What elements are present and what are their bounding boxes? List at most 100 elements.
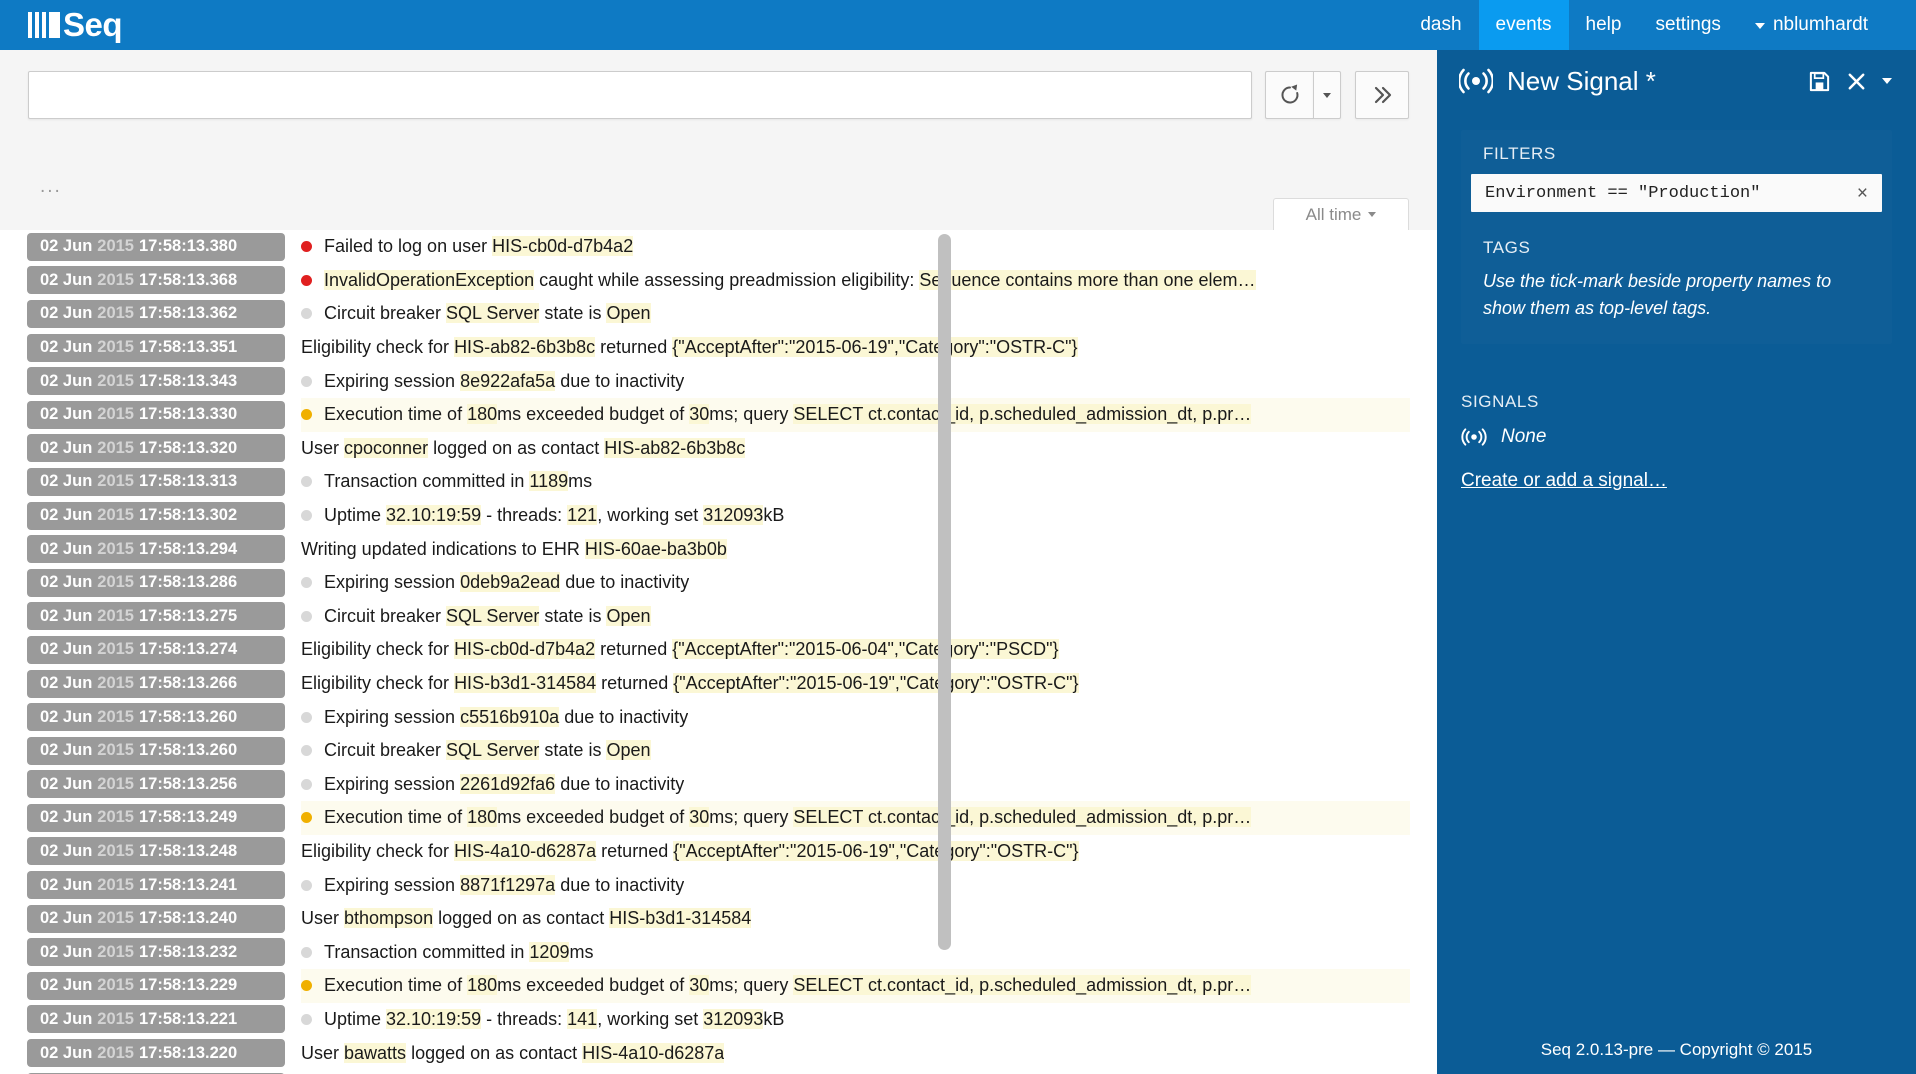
refresh-options-button[interactable] bbox=[1313, 71, 1342, 119]
event-message-cell[interactable]: Failed to log on user HIS-cb0d-d7b4a2 bbox=[301, 230, 1410, 264]
filter-remove-icon[interactable]: × bbox=[1853, 184, 1872, 203]
event-timestamp[interactable]: 02 Jun 2015 17:58:13.249 bbox=[27, 803, 285, 832]
query-summary-ellipsis[interactable]: ... bbox=[40, 176, 62, 198]
event-row[interactable]: 02 Jun 2015 17:58:13.294 Writing updated in… bbox=[0, 532, 1410, 566]
expand-button[interactable] bbox=[1355, 71, 1409, 119]
event-timestamp[interactable]: 02 Jun 2015 17:58:13.380 bbox=[27, 232, 285, 261]
event-timestamp[interactable]: 02 Jun 2015 17:58:13.294 bbox=[27, 535, 285, 564]
event-row[interactable]: 02 Jun 2015 17:58:13.229 Execution time of … bbox=[0, 969, 1410, 1003]
event-row[interactable]: 02 Jun 2015 17:58:13.343 Expiring session 8… bbox=[0, 364, 1410, 398]
filter-chip[interactable]: Environment == "Production" × bbox=[1471, 174, 1882, 212]
event-timestamp[interactable]: 02 Jun 2015 17:58:13.232 bbox=[27, 938, 285, 967]
search-input[interactable] bbox=[28, 71, 1253, 119]
event-timestamp[interactable]: 02 Jun 2015 17:58:13.302 bbox=[27, 501, 285, 530]
event-message-cell[interactable]: InvalidOperationException caught while a… bbox=[301, 264, 1410, 298]
scrollbar-thumb[interactable] bbox=[938, 234, 951, 950]
event-timestamp[interactable]: 02 Jun 2015 17:58:13.260 bbox=[27, 736, 285, 765]
user-menu[interactable]: nblumhardt bbox=[1738, 0, 1892, 50]
event-row[interactable]: 02 Jun 2015 17:58:13.274 Eligibility check … bbox=[0, 633, 1410, 667]
event-message-cell[interactable]: Uptime 32.10:19:59 - threads: 121, worki… bbox=[301, 499, 1410, 533]
event-message-cell[interactable]: Circuit breaker SQL Server state is Open bbox=[301, 734, 1410, 768]
refresh-button[interactable] bbox=[1265, 71, 1314, 119]
event-timestamp[interactable]: 02 Jun 2015 17:58:13.368 bbox=[27, 266, 285, 295]
nav-item-settings[interactable]: settings bbox=[1638, 0, 1737, 50]
event-timestamp[interactable]: 02 Jun 2015 17:58:13.320 bbox=[27, 434, 285, 463]
event-message-cell[interactable]: Transaction committed in 1209ms bbox=[301, 935, 1410, 969]
event-row[interactable]: 02 Jun 2015 17:58:13.260 Expiring session c… bbox=[0, 700, 1410, 734]
time-range-selector[interactable]: All time bbox=[1273, 198, 1409, 230]
event-message-cell[interactable]: Execution time of 180ms exceeded budget … bbox=[301, 397, 1410, 432]
signal-menu-caret-icon[interactable] bbox=[1882, 78, 1892, 84]
event-row[interactable]: 02 Jun 2015 17:58:13.249 Execution time of … bbox=[0, 801, 1410, 835]
event-timestamp[interactable]: 02 Jun 2015 17:58:13.275 bbox=[27, 602, 285, 631]
event-timestamp[interactable]: 02 Jun 2015 17:58:13.221 bbox=[27, 1005, 285, 1034]
save-signal-button[interactable] bbox=[1808, 70, 1831, 93]
nav-item-dash[interactable]: dash bbox=[1403, 0, 1478, 50]
event-message-cell[interactable]: Expiring session 8e922afa5a due to inact… bbox=[301, 364, 1410, 398]
event-row[interactable]: 02 Jun 2015 17:58:13.362 Circuit breaker SQ… bbox=[0, 297, 1410, 331]
event-message-cell[interactable]: Expiring session 8871f1297a due to inact… bbox=[301, 868, 1410, 902]
event-timestamp[interactable]: 02 Jun 2015 17:58:13.351 bbox=[27, 333, 285, 362]
event-message-cell[interactable]: Execution time of 180ms exceeded budget … bbox=[301, 969, 1410, 1003]
nav-item-help[interactable]: help bbox=[1569, 0, 1639, 50]
event-timestamp[interactable]: 02 Jun 2015 17:58:13.229 bbox=[27, 971, 285, 1000]
event-message-cell[interactable]: Expiring session c5516b910a due to inact… bbox=[301, 700, 1410, 734]
event-row[interactable]: 02 Jun 2015 17:58:13.240 User bthompson log… bbox=[0, 902, 1410, 936]
event-message-cell[interactable]: Execution time of 180ms exceeded budget … bbox=[301, 801, 1410, 835]
event-row[interactable]: 02 Jun 2015 17:58:13.330 Execution time of … bbox=[0, 397, 1410, 432]
event-timestamp[interactable]: 02 Jun 2015 17:58:13.313 bbox=[27, 467, 285, 496]
event-timestamp[interactable]: 02 Jun 2015 17:58:13.220 bbox=[27, 1039, 285, 1068]
seq-logo[interactable]: Seq bbox=[28, 0, 123, 50]
close-signal-button[interactable] bbox=[1845, 70, 1868, 93]
event-message-cell[interactable]: Expiring session 0deb9a2ead due to inact… bbox=[301, 566, 1410, 600]
event-row[interactable]: 02 Jun201517:58:13.214Writing updated in… bbox=[0, 1070, 1410, 1074]
event-message-cell[interactable]: Writing updated indications to EHR HIS-6… bbox=[301, 532, 1410, 566]
event-row[interactable]: 02 Jun 2015 17:58:13.302 Uptime 32.10:19:59… bbox=[0, 499, 1410, 533]
nav-item-events[interactable]: events bbox=[1478, 0, 1569, 50]
event-row[interactable]: 02 Jun 2015 17:58:13.351 Eligibility check … bbox=[0, 331, 1410, 365]
event-message-cell[interactable]: Expiring session 2261d92fa6 due to inact… bbox=[301, 768, 1410, 802]
event-row[interactable]: 02 Jun 2015 17:58:13.221 Uptime 32.10:19:59… bbox=[0, 1003, 1410, 1037]
event-timestamp[interactable]: 02 Jun 2015 17:58:13.256 bbox=[27, 770, 285, 799]
event-row[interactable]: 02 Jun 2015 17:58:13.320 User cpoconner log… bbox=[0, 432, 1410, 466]
event-message-cell[interactable]: Eligibility check for HIS-ab82-6b3b8c re… bbox=[301, 331, 1410, 365]
event-row[interactable]: 02 Jun 2015 17:58:13.256 Expiring session 2… bbox=[0, 768, 1410, 802]
event-message-cell[interactable]: Uptime 32.10:19:59 - threads: 141, worki… bbox=[301, 1003, 1410, 1037]
event-row[interactable]: 02 Jun 2015 17:58:13.313 Transaction commit… bbox=[0, 465, 1410, 499]
event-row[interactable]: 02 Jun 2015 17:58:13.286 Expiring session 0… bbox=[0, 566, 1410, 600]
event-timestamp[interactable]: 02 Jun 2015 17:58:13.248 bbox=[27, 837, 285, 866]
refresh-button-group bbox=[1265, 71, 1342, 119]
event-timestamp[interactable]: 02 Jun 2015 17:58:13.362 bbox=[27, 299, 285, 328]
event-message-cell[interactable]: Circuit breaker SQL Server state is Open bbox=[301, 600, 1410, 634]
event-timestamp[interactable]: 02 Jun 2015 17:58:13.260 bbox=[27, 703, 285, 732]
event-row[interactable]: 02 Jun 2015 17:58:13.266 Eligibility check … bbox=[0, 667, 1410, 701]
event-message-cell[interactable]: User bthompson logged on as contact HIS-… bbox=[301, 902, 1410, 936]
event-message-cell[interactable]: Eligibility check for HIS-4a10-d6287a re… bbox=[301, 835, 1410, 869]
event-row[interactable]: 02 Jun 2015 17:58:13.380 Failed to log on u… bbox=[0, 230, 1410, 264]
event-row[interactable]: 02 Jun 2015 17:58:13.275 Circuit breaker SQ… bbox=[0, 600, 1410, 634]
event-message-cell[interactable]: Eligibility check for HIS-b3d1-314584 re… bbox=[301, 667, 1410, 701]
event-row[interactable]: 02 Jun 2015 17:58:13.260 Circuit breaker SQ… bbox=[0, 734, 1410, 768]
event-timestamp[interactable]: 02 Jun 2015 17:58:13.286 bbox=[27, 568, 285, 597]
event-timestamp[interactable]: 02 Jun 2015 17:58:13.240 bbox=[27, 904, 285, 933]
event-row[interactable]: 02 Jun 2015 17:58:13.220 User bawatts logge… bbox=[0, 1036, 1410, 1070]
event-message-cell[interactable]: User bawatts logged on as contact HIS-4a… bbox=[301, 1036, 1410, 1070]
event-timestamp[interactable]: 02 Jun 2015 17:58:13.343 bbox=[27, 367, 285, 396]
event-property-value: HIS-60ae-ba3b0b bbox=[584, 538, 727, 559]
event-message-cell[interactable]: Writing updated indications to EHR HIS-5… bbox=[301, 1070, 1410, 1074]
create-or-add-signal-link[interactable]: Create or add a signal… bbox=[1461, 470, 1667, 492]
event-message-cell[interactable]: Eligibility check for HIS-cb0d-d7b4a2 re… bbox=[301, 633, 1410, 667]
event-timestamp[interactable]: 02 Jun 2015 17:58:13.330 bbox=[27, 400, 285, 429]
event-message-cell[interactable]: Transaction committed in 1189ms bbox=[301, 465, 1410, 499]
event-message-text: kB bbox=[763, 1008, 785, 1029]
event-message-cell[interactable]: User cpoconner logged on as contact HIS-… bbox=[301, 432, 1410, 466]
event-row[interactable]: 02 Jun 2015 17:58:13.232 Transaction commit… bbox=[0, 935, 1410, 969]
event-timestamp[interactable]: 02 Jun 2015 17:58:13.274 bbox=[27, 635, 285, 664]
event-row[interactable]: 02 Jun 2015 17:58:13.368 InvalidOperationEx… bbox=[0, 264, 1410, 298]
event-timestamp[interactable]: 02 Jun 2015 17:58:13.266 bbox=[27, 669, 285, 698]
event-row[interactable]: 02 Jun 2015 17:58:13.248 Eligibility check … bbox=[0, 835, 1410, 869]
event-timestamp[interactable]: 02 Jun 2015 17:58:13.241 bbox=[27, 871, 285, 900]
event-row[interactable]: 02 Jun 2015 17:58:13.241 Expiring session 8… bbox=[0, 868, 1410, 902]
event-list-scrollbar[interactable] bbox=[938, 234, 951, 1070]
event-message-cell[interactable]: Circuit breaker SQL Server state is Open bbox=[301, 297, 1410, 331]
